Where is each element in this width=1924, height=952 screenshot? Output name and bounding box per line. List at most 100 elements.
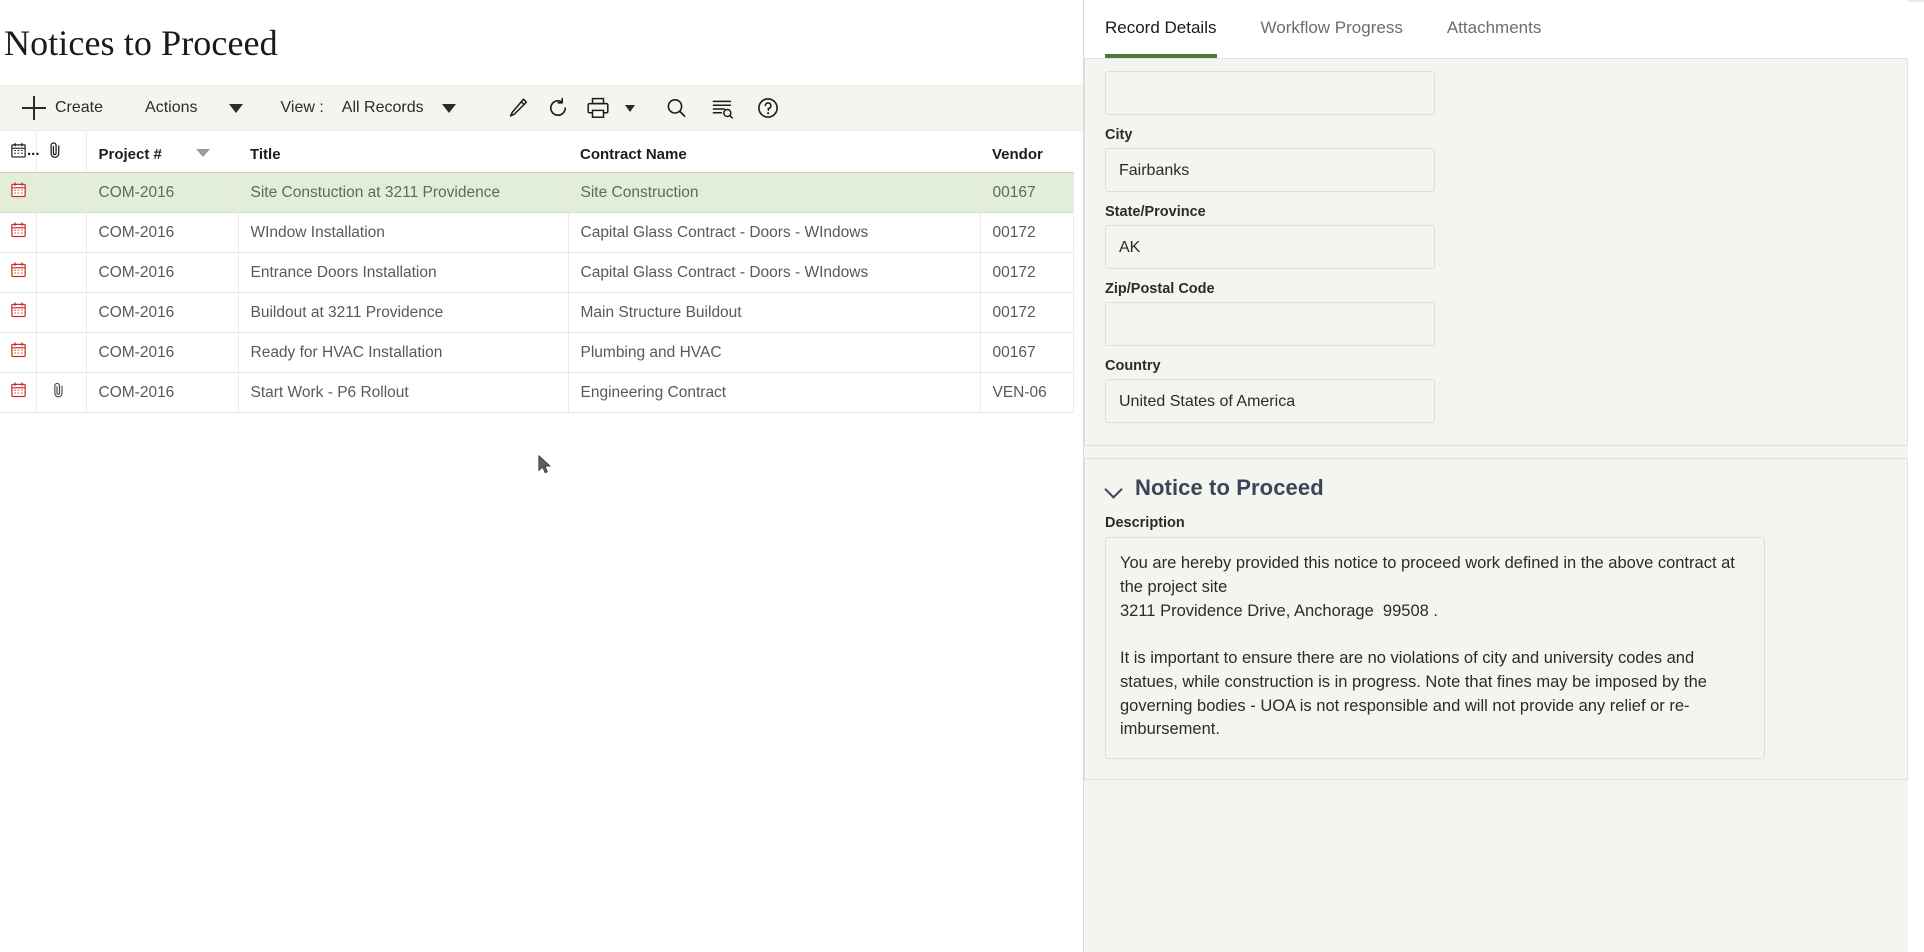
city-input[interactable]: Fairbanks <box>1105 148 1435 192</box>
country-label: Country <box>1105 358 1161 374</box>
row-vendor: 00167 <box>980 172 1074 214</box>
row-project: COM-2016 <box>86 372 239 414</box>
row-attachment-cell[interactable] <box>36 372 87 414</box>
table-row[interactable]: COM-2016 Entrance Doors Installation Cap… <box>0 252 1074 294</box>
chevron-down-icon <box>1105 479 1123 497</box>
view-selector[interactable]: All Records <box>324 89 464 127</box>
paperclip-icon <box>53 383 63 398</box>
row-vendor: 00172 <box>980 292 1074 334</box>
chevron-down-icon <box>228 103 243 113</box>
table-row[interactable]: COM-2016 Start Work - P6 Rollout Enginee… <box>0 372 1074 414</box>
column-header-project[interactable]: Project # <box>86 131 238 174</box>
tab-attachments[interactable]: Attachments <box>1447 18 1542 58</box>
calendar-icon <box>11 302 26 318</box>
print-options-button[interactable] <box>618 89 642 127</box>
row-calendar-cell[interactable] <box>0 212 37 254</box>
mouse-cursor <box>538 455 551 474</box>
row-calendar-cell[interactable] <box>0 332 37 374</box>
column-header-vendor[interactable]: Vendor <box>980 131 1073 174</box>
print-button[interactable] <box>578 89 618 127</box>
chevron-down-icon <box>624 104 635 112</box>
table-row[interactable]: COM-2016 Ready for HVAC Installation Plu… <box>0 332 1074 374</box>
row-vendor: 00167 <box>980 332 1074 374</box>
table-row[interactable]: COM-2016 Buildout at 3211 Providence Mai… <box>0 292 1074 334</box>
calendar-icon <box>11 182 26 198</box>
field-address-line <box>1105 71 1887 115</box>
column-header-contract-label: Contract Name <box>580 146 687 164</box>
state-province-input[interactable]: AK <box>1105 225 1435 269</box>
pencil-icon <box>509 98 527 117</box>
details-tabs: Record Details Workflow Progress Attachm… <box>1084 0 1908 58</box>
column-header-contract[interactable]: Contract Name <box>568 131 980 174</box>
row-vendor: VEN-06 <box>980 372 1074 414</box>
column-header-title[interactable]: Title <box>238 131 568 174</box>
tab-attachments-label: Attachments <box>1446 18 1542 37</box>
address-card: City Fairbanks State/Province AK Zip/Pos… <box>1084 58 1908 446</box>
row-calendar-cell[interactable] <box>0 252 37 294</box>
calendar-icon <box>11 143 26 158</box>
tab-workflow-progress[interactable]: Workflow Progress <box>1261 18 1403 58</box>
records-list-pane: Notices to Proceed Create Actions View :… <box>0 0 1084 952</box>
table-header-row: ... Project # Title Contract Name Vendor <box>0 131 1073 174</box>
question-circle-icon <box>757 98 778 119</box>
tab-record-details[interactable]: Record Details <box>1105 18 1217 58</box>
table-row[interactable]: COM-2016 WIndow Installation Capital Gla… <box>0 212 1074 254</box>
row-attachment-cell <box>36 252 87 294</box>
search-icon <box>667 99 686 118</box>
records-table: ... Project # Title Contract Name Vendor… <box>0 131 1074 414</box>
help-button[interactable] <box>748 89 788 127</box>
calendar-icon <box>11 262 26 278</box>
row-attachment-cell <box>36 212 87 254</box>
row-project: COM-2016 <box>86 212 239 254</box>
row-attachment-cell <box>36 292 87 334</box>
column-header-attachment[interactable] <box>36 131 87 174</box>
row-contract: Site Construction <box>568 172 981 214</box>
view-selected-value: All Records <box>341 99 424 117</box>
row-contract: Capital Glass Contract - Doors - WIndows <box>568 212 981 254</box>
column-header-calendar[interactable]: ... <box>0 131 40 174</box>
app-root: Notices to Proceed Create Actions View :… <box>0 0 1924 952</box>
actions-menu-button[interactable]: Actions <box>135 89 252 127</box>
search-button[interactable] <box>656 89 696 127</box>
row-attachment-cell <box>36 332 87 374</box>
row-contract: Main Structure Buildout <box>568 292 981 334</box>
zip-postal-code-input[interactable] <box>1105 302 1435 346</box>
description-textarea[interactable]: You are hereby provided this notice to p… <box>1105 537 1765 759</box>
row-project: COM-2016 <box>86 292 239 334</box>
table-row[interactable]: COM-2016 Site Constuction at 3211 Provid… <box>0 172 1074 214</box>
refresh-button[interactable] <box>538 89 578 127</box>
details-scroll-area[interactable]: City Fairbanks State/Province AK Zip/Pos… <box>1084 58 1908 952</box>
calendar-icon <box>11 222 26 238</box>
description-label: Description <box>1105 515 1185 531</box>
row-title: WIndow Installation <box>238 212 569 254</box>
row-calendar-cell[interactable] <box>0 172 37 214</box>
country-input[interactable]: United States of America <box>1105 379 1435 423</box>
calendar-icon <box>11 342 26 358</box>
records-grid: ... Project # Title Contract Name Vendor… <box>0 131 1083 414</box>
notice-to-proceed-title: Notice to Proceed <box>1135 475 1324 500</box>
row-vendor: 00172 <box>980 212 1074 254</box>
row-calendar-cell[interactable] <box>0 292 37 334</box>
column-header-calendar-ellipsis: ... <box>27 142 40 160</box>
advanced-search-button[interactable] <box>702 89 742 127</box>
row-vendor: 00172 <box>980 252 1074 294</box>
edit-button[interactable] <box>498 89 538 127</box>
row-contract: Engineering Contract <box>568 372 981 414</box>
row-project: COM-2016 <box>86 172 239 214</box>
column-header-vendor-label: Vendor <box>992 146 1043 164</box>
row-calendar-cell[interactable] <box>0 372 37 414</box>
create-button-label: Create <box>55 99 104 117</box>
create-button[interactable]: Create <box>12 89 113 127</box>
sort-indicator[interactable] <box>196 144 211 161</box>
address-line-input[interactable] <box>1105 71 1435 115</box>
row-title: Buildout at 3211 Providence <box>238 292 569 334</box>
zip-postal-code-label: Zip/Postal Code <box>1105 281 1215 297</box>
field-city: City Fairbanks <box>1105 127 1887 192</box>
record-details-pane: Record Details Workflow Progress Attachm… <box>1084 0 1908 952</box>
list-search-icon <box>712 100 733 119</box>
notice-to-proceed-header[interactable]: Notice to Proceed <box>1105 475 1887 501</box>
tab-record-details-label: Record Details <box>1105 18 1217 37</box>
caret-down-icon <box>196 149 211 158</box>
row-title: Ready for HVAC Installation <box>238 332 569 374</box>
refresh-icon <box>549 97 566 117</box>
